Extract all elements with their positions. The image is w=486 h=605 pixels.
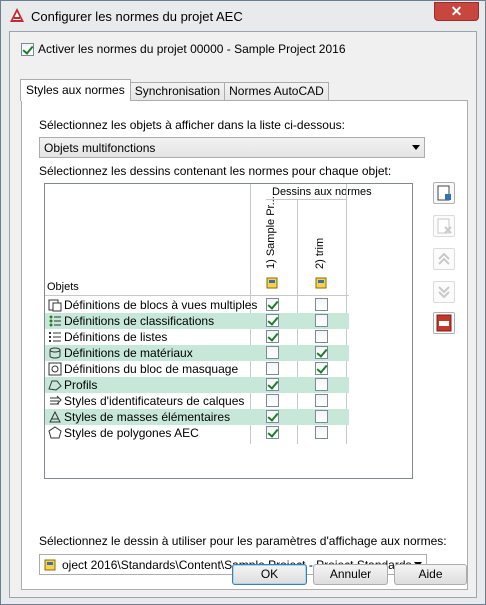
grid-group-header-label: Dessins aux normes bbox=[272, 186, 372, 198]
dialog-window: Configurer les normes du projet AEC ✕ Ac… bbox=[0, 0, 486, 605]
add-drawing-button[interactable] bbox=[433, 182, 455, 204]
remove-drawing-icon bbox=[437, 218, 452, 234]
column-header-drawing-2[interactable]: 2) trim bbox=[314, 238, 326, 269]
drawing-1-checkbox[interactable] bbox=[266, 378, 279, 391]
move-down-button[interactable] bbox=[433, 281, 455, 303]
row-object-label: Définitions de listes bbox=[64, 330, 168, 344]
tab-strip: Styles aux normes Synchronisation Normes… bbox=[20, 79, 329, 101]
material-icon bbox=[49, 347, 61, 359]
table-row[interactable]: Définitions de classifications bbox=[45, 313, 349, 329]
window-title: Configurer les normes du projet AEC bbox=[31, 9, 243, 24]
table-row[interactable]: Styles de polygones AEC bbox=[45, 425, 349, 441]
row-object-label: Styles d'identificateurs de calques bbox=[64, 394, 245, 408]
drawing-1-checkbox[interactable] bbox=[266, 298, 279, 311]
table-row[interactable]: Styles de masses élémentaires bbox=[45, 409, 349, 425]
drawing-2-checkbox[interactable] bbox=[315, 394, 328, 407]
report-button[interactable] bbox=[433, 312, 455, 334]
profile-icon bbox=[48, 380, 62, 391]
move-up-icon bbox=[438, 252, 450, 265]
list-icon bbox=[49, 332, 61, 342]
standards-grid: Dessins aux normes 1) Sample Pr... 2) tr… bbox=[44, 183, 413, 479]
row-object-label: Définitions du bloc de masquage bbox=[64, 362, 239, 376]
table-row[interactable]: Styles d'identificateurs de calques bbox=[45, 393, 349, 409]
activate-standards-label: Activer les normes du projet 00000 - Sam… bbox=[38, 42, 346, 56]
display-drawing-label: Sélectionnez le dessin à utiliser pour l… bbox=[39, 534, 447, 548]
object-type-value: Objets multifonctions bbox=[44, 141, 156, 155]
select-objects-label: Sélectionnez les objets à afficher dans … bbox=[39, 118, 345, 132]
row-object-label: Définitions de blocs à vues multiples bbox=[64, 298, 258, 312]
drawing-2-checkbox[interactable] bbox=[315, 378, 328, 391]
drawing-2-checkbox[interactable] bbox=[315, 298, 328, 311]
drawing-1-checkbox[interactable] bbox=[266, 410, 279, 423]
tab-normes-autocad[interactable]: Normes AutoCAD bbox=[224, 82, 329, 101]
table-row[interactable]: Définitions du bloc de masquage bbox=[45, 361, 349, 377]
row-object-label: Profils bbox=[64, 378, 98, 392]
select-drawings-label: Sélectionnez les dessins contenant les n… bbox=[39, 164, 392, 178]
objects-column-header: Objets bbox=[47, 281, 79, 293]
drawing-2-checkbox[interactable] bbox=[315, 314, 328, 327]
tab-styles-aux-normes[interactable]: Styles aux normes bbox=[20, 79, 131, 101]
row-object-label: Styles de masses élémentaires bbox=[64, 410, 231, 424]
help-button[interactable]: Aide bbox=[394, 564, 467, 585]
row-object-label: Définitions de matériaux bbox=[64, 346, 193, 360]
row-object-label: Définitions de classifications bbox=[64, 314, 215, 328]
classification-icon bbox=[49, 315, 61, 327]
ok-button[interactable]: OK bbox=[232, 564, 307, 585]
table-row[interactable]: Définitions de blocs à vues multiples bbox=[45, 297, 349, 313]
move-down-icon bbox=[438, 286, 450, 299]
drawing-1-checkbox[interactable] bbox=[266, 330, 279, 343]
dialog-client: Activer les normes du projet 00000 - Sam… bbox=[9, 31, 477, 598]
drawing-file-icon bbox=[266, 277, 278, 289]
tab-panel: Sélectionnez les objets à afficher dans … bbox=[21, 100, 468, 590]
table-row[interactable]: Profils bbox=[45, 377, 349, 393]
drawing-file-icon bbox=[315, 277, 327, 289]
drawing-1-checkbox[interactable] bbox=[266, 394, 279, 407]
row-object-label: Styles de polygones AEC bbox=[64, 426, 199, 440]
autocad-logo-icon bbox=[10, 8, 24, 22]
mass-element-icon bbox=[49, 410, 61, 423]
multiview-block-icon bbox=[48, 299, 62, 312]
object-type-dropdown[interactable]: Objets multifonctions bbox=[39, 137, 425, 158]
drawing-1-checkbox[interactable] bbox=[266, 426, 279, 439]
activate-standards-checkbox[interactable] bbox=[21, 42, 34, 56]
report-icon bbox=[436, 314, 452, 332]
drawing-2-checkbox[interactable] bbox=[315, 330, 328, 343]
table-row[interactable]: Définitions de matériaux bbox=[45, 345, 349, 361]
close-button[interactable]: ✕ bbox=[434, 2, 479, 21]
drawing-file-icon bbox=[44, 559, 56, 571]
drawing-2-checkbox[interactable] bbox=[315, 362, 328, 375]
add-drawing-icon bbox=[437, 185, 451, 201]
drawing-1-checkbox[interactable] bbox=[266, 362, 279, 375]
drawing-2-checkbox[interactable] bbox=[315, 410, 328, 423]
layer-key-icon bbox=[50, 395, 62, 405]
mask-block-icon bbox=[48, 362, 62, 376]
dropdown-arrow-icon bbox=[412, 145, 420, 150]
tab-synchronisation[interactable]: Synchronisation bbox=[129, 82, 226, 101]
move-up-button[interactable] bbox=[433, 248, 455, 270]
table-row[interactable]: Définitions de listes bbox=[45, 329, 349, 345]
drawing-1-checkbox[interactable] bbox=[266, 346, 279, 359]
grid-header-separator bbox=[45, 295, 349, 296]
activate-standards-row[interactable]: Activer les normes du projet 00000 - Sam… bbox=[21, 42, 346, 56]
drawing-1-checkbox[interactable] bbox=[266, 314, 279, 327]
drawing-2-checkbox[interactable] bbox=[315, 346, 328, 359]
remove-drawing-button[interactable] bbox=[433, 215, 455, 237]
drawing-2-checkbox[interactable] bbox=[315, 426, 328, 439]
column-header-drawing-1[interactable]: 1) Sample Pr... bbox=[265, 196, 277, 269]
cancel-button[interactable]: Annuler bbox=[313, 564, 388, 585]
polygon-icon bbox=[48, 426, 62, 439]
title-bar: Configurer les normes du projet AEC ✕ bbox=[1, 1, 485, 31]
